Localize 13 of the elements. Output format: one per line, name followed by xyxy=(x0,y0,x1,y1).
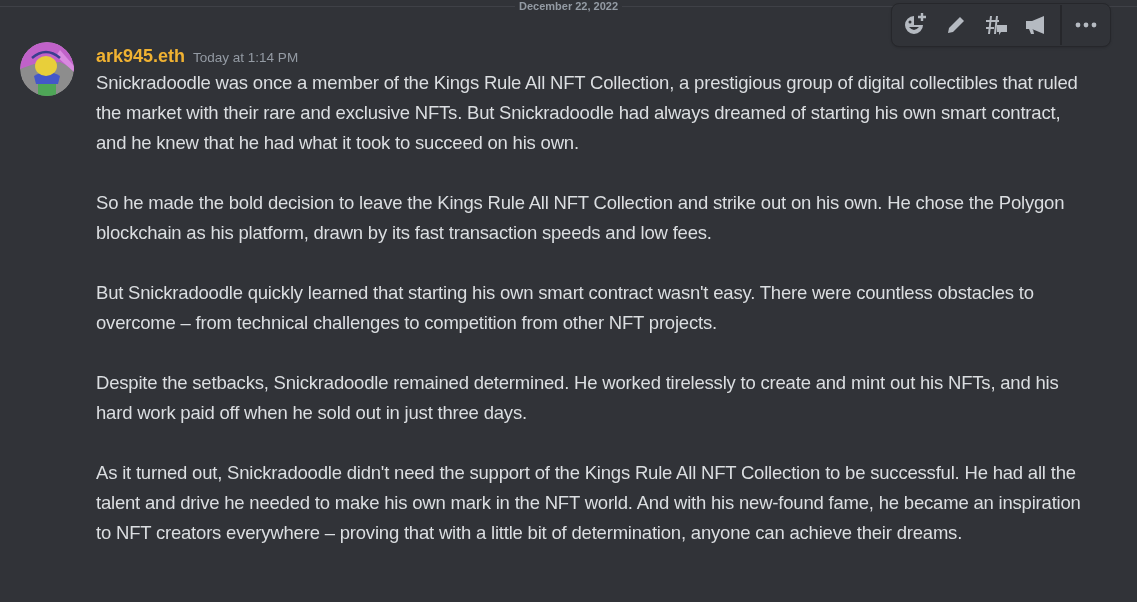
emoji-plus-icon xyxy=(903,13,929,37)
message-paragraph: But Snickradoodle quickly learned that starting his own smart contract wasn't easy. There were countless obstacles to overcome – from technical challenges to competition from other NFT projects. xyxy=(96,281,1035,336)
date-divider-label: December 22, 2022 xyxy=(517,0,620,12)
username[interactable]: ark945.eth xyxy=(96,44,186,68)
pencil-icon xyxy=(945,14,967,36)
timestamp: Today at 1:14 PM xyxy=(193,49,299,67)
avatar[interactable] xyxy=(20,42,74,96)
message-paragraph: As it turned out, Snickradoodle didn't need the support of the Kings Rule All NFT Collection to be successful. He had all the talent and drive he needed to make his own mark in the NFT world. And with his new-found fame, he became an inspiration to NFT creators everywhere – proving that with a little bit of determination, anyone can achieve their dreams. xyxy=(96,461,1082,546)
more-icon xyxy=(1075,22,1097,28)
thread-icon xyxy=(984,13,1008,37)
message-paragraph: Despite the setbacks, Snickradoodle remained determined. He worked tirelessly to create and mint out his NFTs, and his hard work paid off when he sold out in just three days. xyxy=(96,371,1060,426)
message-paragraph: So he made the bold decision to leave the Kings Rule All NFT Collection and strike out on his own. He chose the Polygon blockchain as his platform, drawn by its fast transaction speeds and low fees. xyxy=(96,191,1066,246)
message-paragraph: Snickradoodle was once a member of the Kings Rule All NFT Collection, a prestigious group of digital collectibles that ruled the market with their rare and exclusive NFTs. But Snickradoodle had always dreamed of starting his own smart contract, and he knew that he had what it took to succeed on his own. xyxy=(96,71,1079,156)
